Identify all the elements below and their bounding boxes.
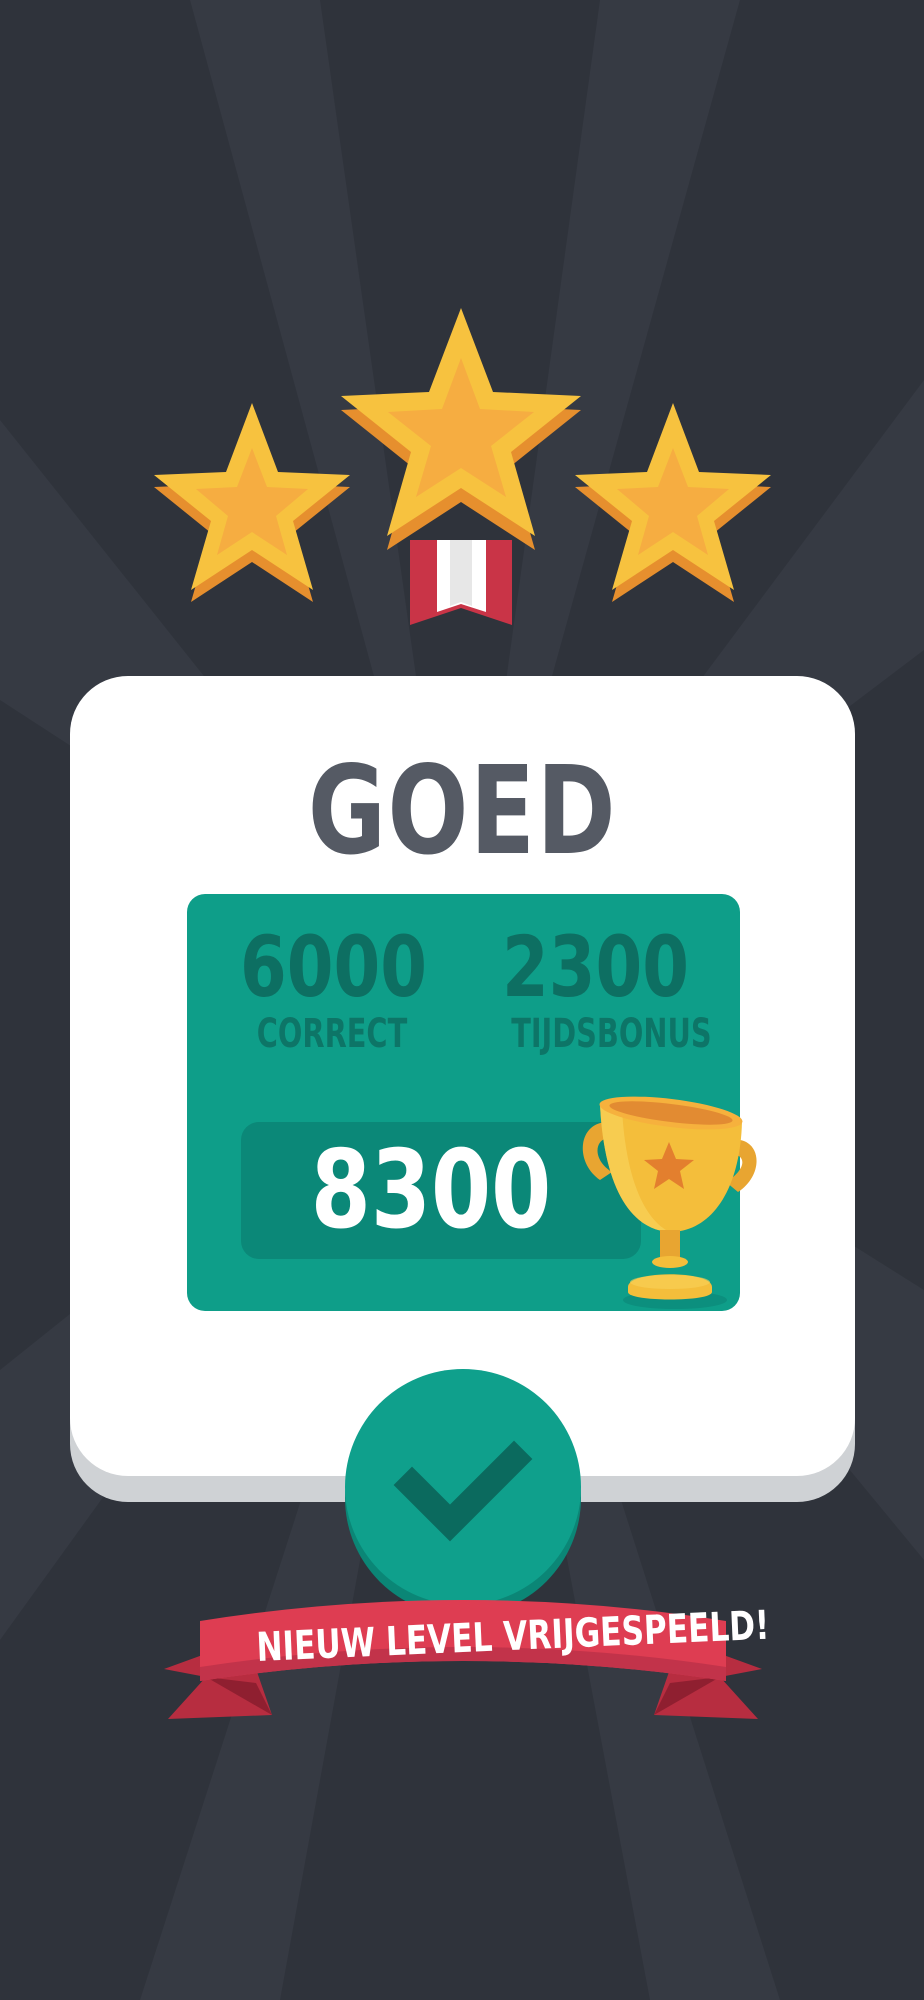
star-icon <box>341 308 581 550</box>
correct-label: CORRECT <box>256 1011 408 1057</box>
star-icon <box>154 403 350 602</box>
correct-value: 6000 <box>240 918 428 1016</box>
result-card: GOED GEDAAN! 6000 CORRECT 2300 TIJDSBONU… <box>70 676 855 1476</box>
total-score-value: 8300 <box>310 1128 552 1253</box>
correct-stat: 6000 CORRECT <box>217 922 447 1054</box>
medal-ribbon-icon <box>410 540 512 625</box>
time-bonus-stat: 2300 TIJDSBONUS <box>479 918 712 1057</box>
star-rating <box>154 308 771 625</box>
time-bonus-label: TIJDSBONUS <box>511 1011 712 1057</box>
star-icon <box>575 403 771 602</box>
time-bonus-value: 2300 <box>502 918 690 1016</box>
trophy-icon <box>582 1096 757 1309</box>
continue-button[interactable] <box>342 1367 584 1607</box>
